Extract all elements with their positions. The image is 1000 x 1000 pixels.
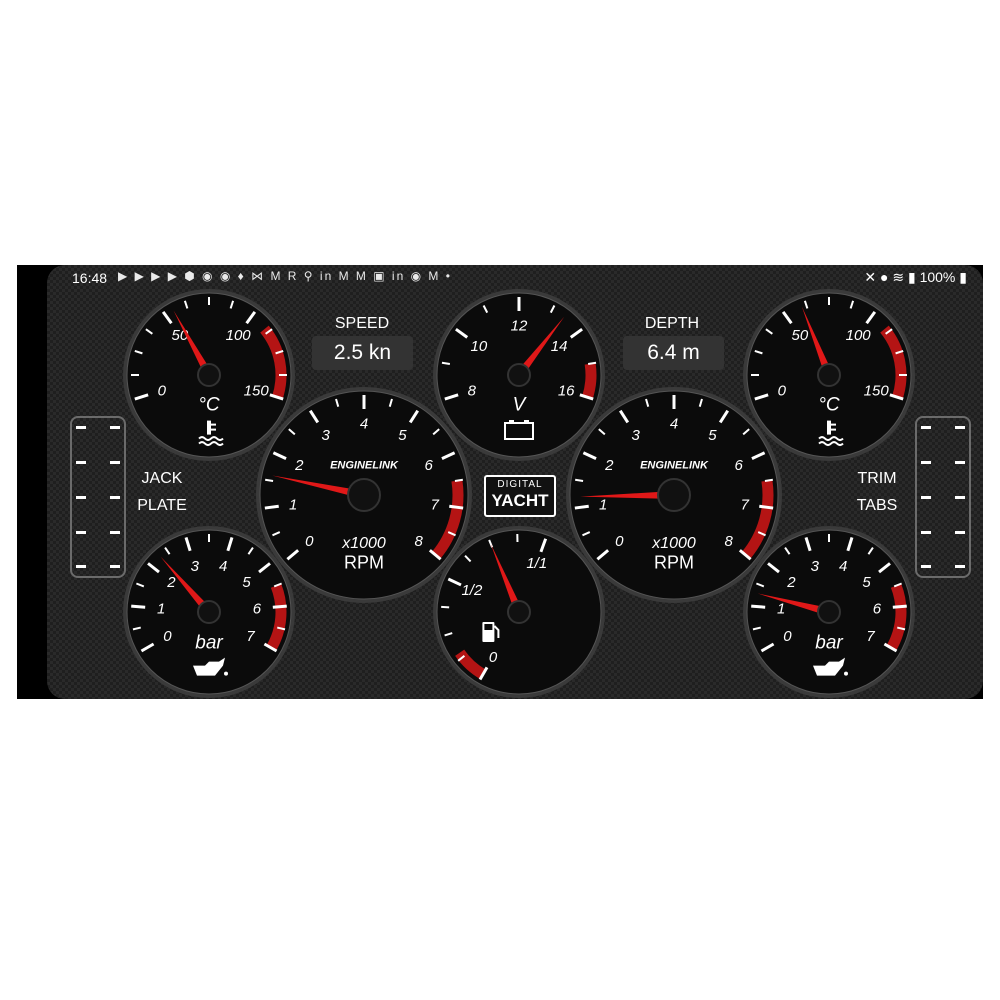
fuel-gauge: 0 1/2 1/1 xyxy=(433,526,605,698)
tick-label: 5 xyxy=(242,574,251,591)
needle-hub xyxy=(507,600,531,624)
gauge-tick xyxy=(454,478,463,482)
temp-right-gauge: 0 50 100 150 °C xyxy=(743,289,915,461)
gauge-cluster: 050 100150°C810121416V050 100150°C01234567… xyxy=(123,289,915,698)
tick-label: 3 xyxy=(321,427,330,444)
tick-label: 2 xyxy=(786,574,796,591)
tick-label: 1 xyxy=(599,496,607,513)
needle-hub xyxy=(347,478,381,512)
tick-label: 4 xyxy=(839,558,847,575)
gauge-tick xyxy=(272,604,287,609)
tick-label: 0 xyxy=(489,649,498,666)
gauge-tick xyxy=(751,604,766,609)
tick-label: 150 xyxy=(244,382,270,399)
tick-label: 5 xyxy=(708,427,717,444)
gauge-unit: °C xyxy=(818,395,840,416)
gauge-tick xyxy=(575,478,584,482)
tick-label: 8 xyxy=(468,382,477,399)
gauge-tick xyxy=(265,478,274,482)
tick-label: 0 xyxy=(163,628,172,645)
tick-label: 0 xyxy=(305,533,314,550)
needle-hub xyxy=(507,363,531,387)
gauge-unit: °C xyxy=(198,395,220,416)
gauge-tick xyxy=(764,478,773,482)
gauge-unit: RPM xyxy=(654,552,694,572)
tick-label: 5 xyxy=(398,427,407,444)
phone-screen: 16:48 ▶ ▶ ▶ ▶ ⬢ ◉ ◉ ♦ ⋈ M R ⚲ in M M ▣ i… xyxy=(17,265,983,699)
tick-label: 14 xyxy=(551,338,568,355)
tick-label: 0 xyxy=(158,382,167,399)
tick-label: 7 xyxy=(866,628,875,645)
tick-label: 150 xyxy=(864,382,890,399)
oil-left-gauge: 0 123 456 7 bar xyxy=(123,526,295,698)
tick-label: 4 xyxy=(219,558,227,575)
tick-label: 8 xyxy=(415,533,424,550)
temp-left-gauge: 050 100150°C xyxy=(123,289,295,461)
rpm-multiplier: x1000 xyxy=(341,535,386,552)
tick-label: 50 xyxy=(792,327,809,344)
voltage-gauge: 810121416V xyxy=(433,289,605,461)
gauge-tick xyxy=(759,504,774,510)
red-zone xyxy=(582,362,597,399)
tick-label: 1 xyxy=(777,600,785,617)
tick-label: 6 xyxy=(873,600,882,617)
tick-label: 3 xyxy=(631,427,640,444)
enginelink-logo: ENGINELINK xyxy=(640,459,709,471)
tick-label: 16 xyxy=(558,382,575,399)
rpm-multiplier: x1000 xyxy=(651,535,696,552)
enginelink-logo: ENGINELINK xyxy=(330,459,399,471)
tick-label: 2 xyxy=(604,457,614,474)
tick-label: 3 xyxy=(191,558,200,575)
gauge-tick xyxy=(587,361,597,366)
oil-right-gauge: 0 123 456 7 bar xyxy=(743,526,915,698)
tick-label: 0 xyxy=(783,628,792,645)
gauge-tick xyxy=(449,504,464,510)
tick-label: 2 xyxy=(166,574,176,591)
gauge-tick xyxy=(441,605,450,609)
tick-label: 0 xyxy=(778,382,787,399)
tick-label: 7 xyxy=(246,628,255,645)
gauge-unit: bar xyxy=(195,632,223,653)
gauge-tick xyxy=(131,604,146,609)
tick-label: 4 xyxy=(360,416,368,433)
tick-label: 3 xyxy=(811,558,820,575)
gauge-tick xyxy=(574,504,589,510)
tick-label: 6 xyxy=(425,457,434,474)
rpm-right-gauge: 012345678RPMx1000ENGINELINK xyxy=(566,387,782,603)
tick-label: 1/1 xyxy=(526,555,547,572)
tick-label: 1/2 xyxy=(461,582,483,599)
tick-label: 6 xyxy=(253,600,262,617)
tick-label: 100 xyxy=(226,327,252,344)
tick-label: 5 xyxy=(862,574,871,591)
needle-hub xyxy=(817,600,841,624)
gauge-unit: RPM xyxy=(344,552,384,572)
tick-label: 0 xyxy=(615,533,624,550)
tick-label: 1 xyxy=(289,496,297,513)
tick-label: 100 xyxy=(846,327,872,344)
gauge-unit: bar xyxy=(815,632,843,653)
tick-label: 2 xyxy=(294,457,304,474)
needle-hub xyxy=(817,363,841,387)
tick-label: 4 xyxy=(670,416,678,433)
needle-hub xyxy=(197,600,221,624)
gauge-tick xyxy=(892,604,907,609)
gauge-tick xyxy=(264,504,279,510)
gauge-tick xyxy=(441,361,451,366)
needle-hub xyxy=(657,478,691,512)
tick-label: 7 xyxy=(741,496,750,513)
tick-label: 6 xyxy=(735,457,744,474)
tick-label: 12 xyxy=(511,317,528,334)
tick-label: 8 xyxy=(725,533,734,550)
tick-label: 7 xyxy=(431,496,440,513)
tick-label: 1 xyxy=(157,600,165,617)
rpm-left-gauge: 012345678RPMx1000ENGINELINK xyxy=(256,387,472,603)
tick-label: 10 xyxy=(471,338,488,355)
needle-hub xyxy=(197,363,221,387)
